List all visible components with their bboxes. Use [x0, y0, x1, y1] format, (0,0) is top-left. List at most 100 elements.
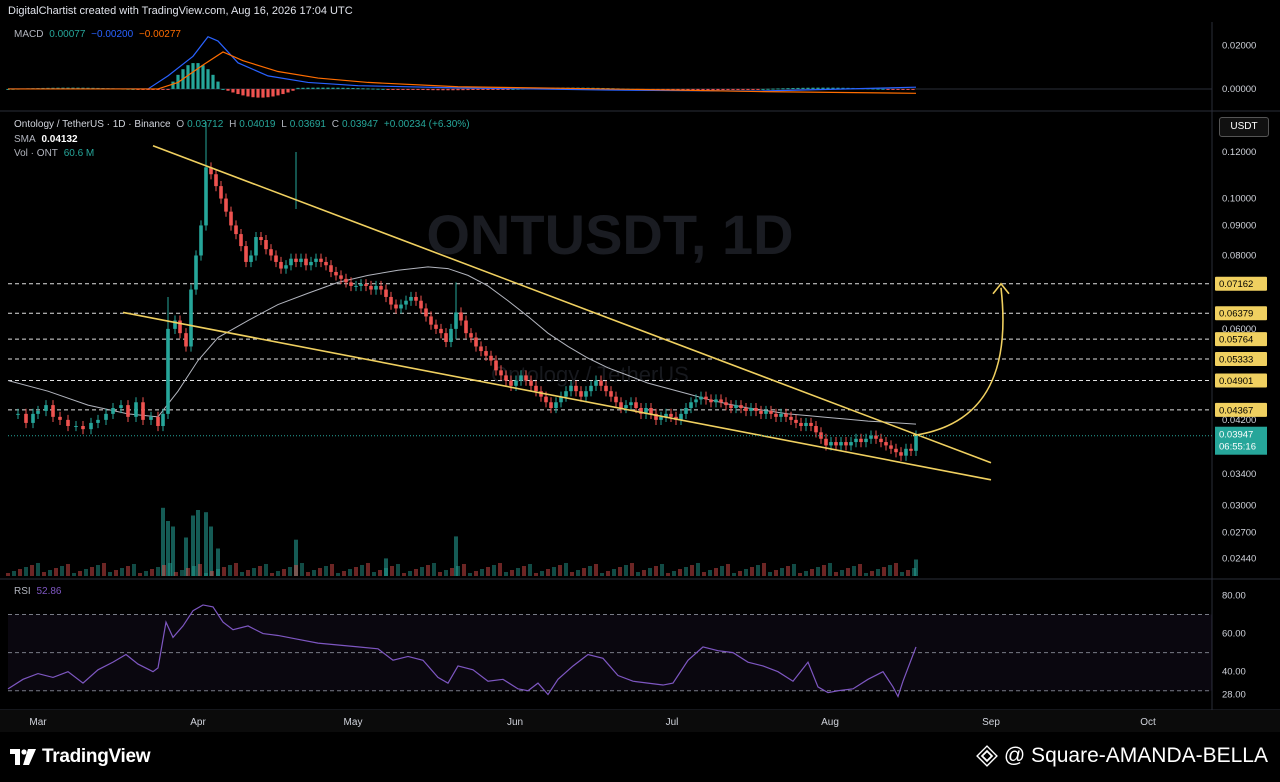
- candle-body: [514, 380, 518, 386]
- volume-bar: [162, 565, 166, 576]
- volume-bar: [420, 567, 424, 576]
- volume-legend: Vol · ONT 60.6 M: [14, 148, 97, 159]
- volume-bar: [456, 566, 460, 576]
- candle-body: [389, 296, 393, 305]
- volume-bar: [282, 569, 286, 576]
- macd-histogram-bar: [286, 88, 290, 93]
- candle-body: [659, 416, 663, 420]
- candle-body: [704, 396, 708, 400]
- currency-button[interactable]: USDT: [1219, 117, 1269, 137]
- candle-body: [624, 405, 628, 408]
- macd-histogram-bar: [196, 63, 200, 89]
- volume-bar: [552, 567, 556, 576]
- macd-histogram-bar: [446, 88, 450, 91]
- time-axis-tick: Sep: [982, 717, 1000, 728]
- candle-body: [509, 380, 513, 386]
- volume-bar: [84, 569, 88, 576]
- macd-histogram-bar: [896, 88, 900, 90]
- volume-bar: [516, 568, 520, 576]
- macd-histogram-bar: [386, 88, 390, 90]
- candle-body: [404, 300, 408, 305]
- macd-histogram-bar: [401, 88, 405, 90]
- candle-body: [834, 442, 838, 446]
- macd-histogram-bar: [766, 88, 770, 90]
- macd-histogram-bar: [826, 87, 830, 89]
- binance-icon: [975, 745, 998, 767]
- chart-watermark: ONTUSDT, 1D: [426, 203, 793, 266]
- macd-histogram-bar: [791, 88, 795, 90]
- candle-body: [604, 385, 608, 392]
- macd-histogram-bar: [771, 88, 775, 90]
- macd-histogram-bar: [296, 87, 300, 89]
- candle-body: [769, 410, 773, 414]
- macd-histogram-bar: [306, 87, 310, 89]
- macd-histogram-bar: [416, 88, 420, 90]
- volume-bar: [372, 572, 376, 576]
- price-axis-tick: 0.12000: [1222, 147, 1256, 158]
- candle-body: [569, 385, 573, 392]
- tradingview-logo[interactable]: TradingView: [10, 746, 151, 768]
- macd-legend: MACD 0.00077 −0.00200 −0.00277: [14, 29, 184, 40]
- level-label: 0.04901: [1219, 376, 1253, 387]
- macd-histogram-bar: [161, 88, 165, 90]
- candle-body: [794, 419, 798, 423]
- volume-bar: [522, 566, 526, 576]
- volume-bar: [624, 565, 628, 576]
- candle-body: [111, 407, 115, 414]
- volume-bar: [798, 573, 802, 576]
- macd-histogram-bar: [711, 88, 715, 91]
- macd-histogram-bar: [876, 88, 880, 90]
- candle-body: [239, 234, 243, 247]
- volume-bar: [198, 564, 202, 576]
- volume-bar: [402, 573, 406, 576]
- volume-bar: [594, 564, 598, 576]
- candle-body: [889, 445, 893, 449]
- candle-body: [16, 413, 20, 415]
- change-value: +0.00234 (+6.30%): [383, 119, 470, 130]
- candle-body: [249, 255, 253, 262]
- candle-body: [489, 355, 493, 361]
- volume-bar: [528, 564, 532, 576]
- macd-histogram-bar: [301, 87, 305, 89]
- candle-body: [629, 402, 633, 406]
- candle-body: [689, 402, 693, 408]
- volume-bar: [828, 563, 832, 576]
- volume-bar: [780, 568, 784, 576]
- tradingview-brand: TradingView: [42, 746, 151, 767]
- macd-value-2: −0.00200: [91, 29, 134, 40]
- candle-body: [419, 300, 423, 309]
- volume-bar: [672, 571, 676, 576]
- candle-body: [749, 407, 753, 411]
- volume-bar: [378, 570, 382, 576]
- volume-bar: [834, 572, 838, 576]
- candle-body: [339, 275, 343, 279]
- candle-body: [156, 416, 160, 427]
- candle-body: [119, 405, 123, 408]
- macd-histogram-bar: [886, 88, 890, 90]
- candle-body: [894, 448, 898, 453]
- candle-body: [189, 289, 193, 347]
- macd-line: [8, 35, 917, 92]
- volume-bar: [222, 567, 226, 576]
- volume-bar: [180, 570, 184, 576]
- close-label: C: [331, 119, 339, 130]
- volume-bar: [810, 569, 814, 576]
- macd-histogram-bar: [486, 88, 490, 90]
- candle-body: [89, 422, 93, 430]
- candle-body: [904, 448, 908, 456]
- time-axis-tick: Aug: [821, 717, 839, 728]
- close-value: 0.03947: [341, 119, 379, 130]
- candle-body: [324, 261, 328, 266]
- volume-bar: [498, 563, 502, 576]
- candle-body: [219, 186, 223, 199]
- candle-body: [439, 328, 443, 334]
- time-axis-tick: Mar: [29, 717, 47, 728]
- volume-label: Vol · ONT: [14, 148, 58, 159]
- candle-body: [579, 391, 583, 397]
- volume-bar: [330, 564, 334, 576]
- candle-body: [724, 402, 728, 406]
- volume-bar: [132, 564, 136, 576]
- tradingview-icon: [10, 749, 36, 765]
- volume-bar: [450, 568, 454, 576]
- rsi-axis-tick: 60.00: [1222, 629, 1246, 640]
